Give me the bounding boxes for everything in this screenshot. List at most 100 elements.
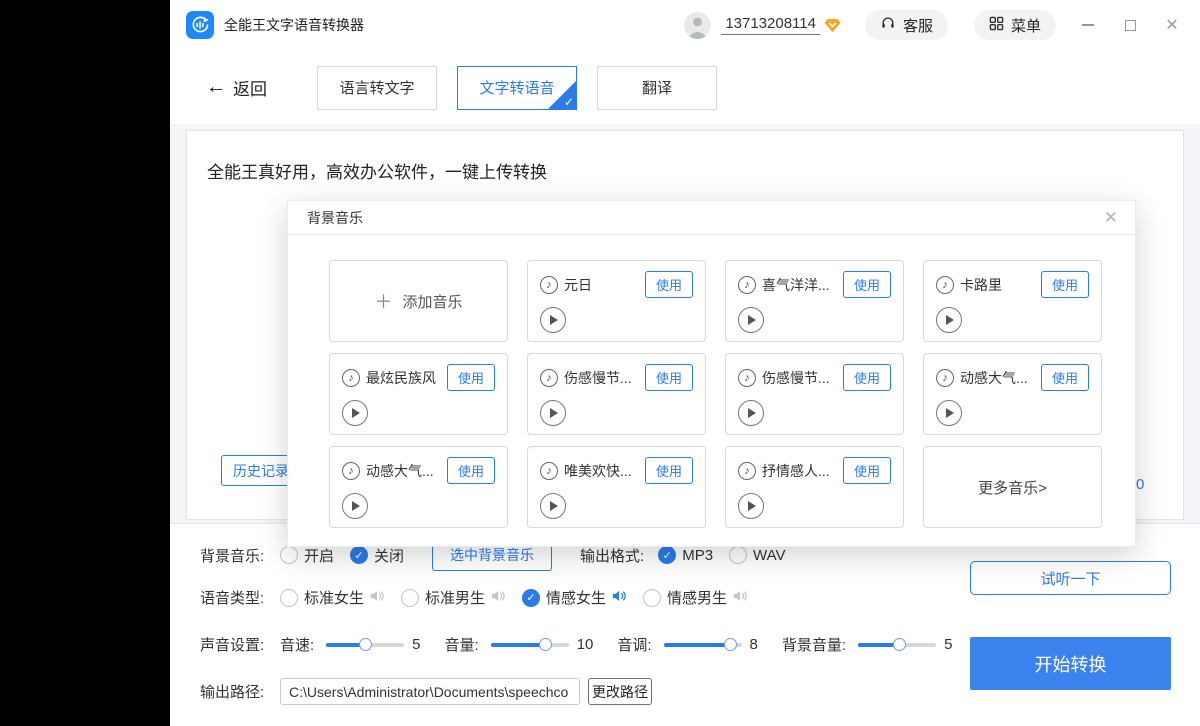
menu-button[interactable]: 菜单 — [974, 10, 1056, 40]
use-button[interactable]: 使用 — [645, 364, 693, 391]
music-card-top: ♪元日使用 — [540, 271, 693, 298]
play-button[interactable] — [936, 307, 962, 333]
play-button[interactable] — [738, 307, 764, 333]
tab-text-to-speech[interactable]: 文字转语音 ✓ — [457, 66, 577, 110]
vip-badge-icon[interactable] — [824, 18, 841, 33]
slider-value: 5 — [412, 636, 420, 653]
track-name: 喜气洋洋... — [762, 275, 830, 295]
tab-speech-to-text[interactable]: 语言转文字 — [317, 66, 437, 110]
voice-option[interactable]: 标准男生 — [401, 587, 506, 608]
bgm-radio[interactable] — [280, 546, 298, 564]
maximize-button[interactable] — [1122, 17, 1138, 33]
voice-radio[interactable] — [280, 589, 298, 607]
music-note-icon: ♪ — [540, 369, 558, 387]
back-arrow-icon: ← — [206, 76, 226, 99]
tabs: 语言转文字 文字转语音 ✓ 翻译 — [317, 66, 717, 110]
speaker-icon[interactable] — [733, 589, 748, 606]
voice-option[interactable]: ✓情感女生 — [522, 587, 627, 608]
back-button[interactable]: ← 返回 — [206, 75, 267, 100]
music-card-top: ♪唯美欢快...使用 — [540, 457, 693, 484]
more-music-card[interactable]: 更多音乐> — [923, 446, 1102, 528]
slider-track[interactable] — [326, 643, 404, 647]
music-note-icon: ♪ — [540, 462, 558, 480]
slider-track[interactable] — [491, 643, 569, 647]
tab-translate[interactable]: 翻译 — [597, 66, 717, 110]
voice-radio[interactable]: ✓ — [522, 589, 540, 607]
slider-track[interactable] — [664, 643, 742, 647]
account-phone[interactable]: 13713208114 — [721, 15, 820, 35]
music-note-icon: ♪ — [738, 462, 756, 480]
convert-button[interactable]: 开始转换 — [970, 637, 1171, 690]
slider-thumb[interactable] — [724, 638, 737, 651]
format-radio[interactable]: ✓ — [658, 546, 676, 564]
minimize-button[interactable] — [1080, 17, 1096, 33]
back-label: 返回 — [233, 75, 267, 100]
use-button[interactable]: 使用 — [1041, 364, 1089, 391]
play-button[interactable] — [540, 493, 566, 519]
play-button[interactable] — [540, 400, 566, 426]
voice-label: 语音类型: — [200, 587, 280, 608]
slider-fill — [664, 643, 730, 647]
add-music-card[interactable]: ＋添加音乐 — [329, 260, 508, 342]
use-button[interactable]: 使用 — [447, 457, 495, 484]
format-option[interactable]: ✓ MP3 — [658, 546, 713, 564]
use-button[interactable]: 使用 — [843, 457, 891, 484]
slider-thumb[interactable] — [893, 638, 906, 651]
use-button[interactable]: 使用 — [645, 271, 693, 298]
slider-thumb[interactable] — [539, 638, 552, 651]
music-note-icon: ♪ — [342, 462, 360, 480]
slider-track[interactable] — [858, 643, 936, 647]
customer-service-button[interactable]: 客服 — [865, 10, 948, 40]
editor-text[interactable]: 全能王真好用，高效办公软件，一键上传转换 — [207, 158, 547, 183]
add-music-inner: ＋添加音乐 — [374, 288, 462, 314]
play-button[interactable] — [540, 307, 566, 333]
slider-thumb[interactable] — [359, 638, 372, 651]
preview-button[interactable]: 试听一下 — [970, 561, 1171, 595]
play-icon — [748, 408, 756, 418]
bgm-option[interactable]: 开启 — [280, 545, 334, 566]
format-option[interactable]: WAV — [729, 546, 786, 564]
use-button[interactable]: 使用 — [447, 364, 495, 391]
voice-option-label: 标准女生 — [304, 587, 364, 608]
music-card: ♪喜气洋洋...使用 — [725, 260, 904, 342]
format-option-label: MP3 — [682, 547, 713, 564]
use-button[interactable]: 使用 — [843, 364, 891, 391]
navbar: ← 返回 语言转文字 文字转语音 ✓ 翻译 — [170, 50, 1200, 126]
output-path-input[interactable] — [280, 678, 580, 705]
voice-option[interactable]: 情感男生 — [643, 587, 748, 608]
voice-radio[interactable] — [401, 589, 419, 607]
speaker-icon[interactable] — [612, 589, 627, 606]
use-button[interactable]: 使用 — [645, 457, 693, 484]
play-button[interactable] — [738, 493, 764, 519]
track-name: 抒情感人... — [762, 461, 830, 481]
play-button[interactable] — [936, 400, 962, 426]
music-card: ♪伤感慢节...使用 — [527, 353, 706, 435]
bgm-radio[interactable]: ✓ — [350, 546, 368, 564]
track-name: 最炫民族风 — [366, 368, 436, 388]
close-icon[interactable]: ✕ — [1104, 208, 1118, 228]
grid-menu-icon — [989, 16, 1004, 35]
format-options: ✓ MP3 WAV — [658, 546, 801, 564]
change-path-button[interactable]: 更改路径 — [588, 678, 652, 705]
music-note-icon: ♪ — [936, 369, 954, 387]
use-button[interactable]: 使用 — [1041, 271, 1089, 298]
user-avatar[interactable] — [684, 12, 711, 39]
speaker-icon[interactable] — [491, 589, 506, 606]
bgm-option[interactable]: ✓ 关闭 — [350, 545, 404, 566]
bgm-label: 背景音乐: — [200, 545, 280, 566]
play-button[interactable] — [342, 400, 368, 426]
format-radio[interactable] — [729, 546, 747, 564]
close-window-button[interactable]: ✕ — [1164, 17, 1180, 33]
play-button[interactable] — [738, 400, 764, 426]
music-card: ♪元日使用 — [527, 260, 706, 342]
speaker-icon[interactable] — [370, 589, 385, 606]
music-card: ♪伤感慢节...使用 — [725, 353, 904, 435]
modal-header: 背景音乐 ✕ — [288, 201, 1135, 235]
slider-fill — [491, 643, 546, 647]
voice-radio[interactable] — [643, 589, 661, 607]
bgm-options: 开启 ✓ 关闭 — [280, 545, 420, 566]
voice-option[interactable]: 标准女生 — [280, 587, 385, 608]
bgm-option-label: 关闭 — [374, 545, 404, 566]
play-button[interactable] — [342, 493, 368, 519]
use-button[interactable]: 使用 — [843, 271, 891, 298]
